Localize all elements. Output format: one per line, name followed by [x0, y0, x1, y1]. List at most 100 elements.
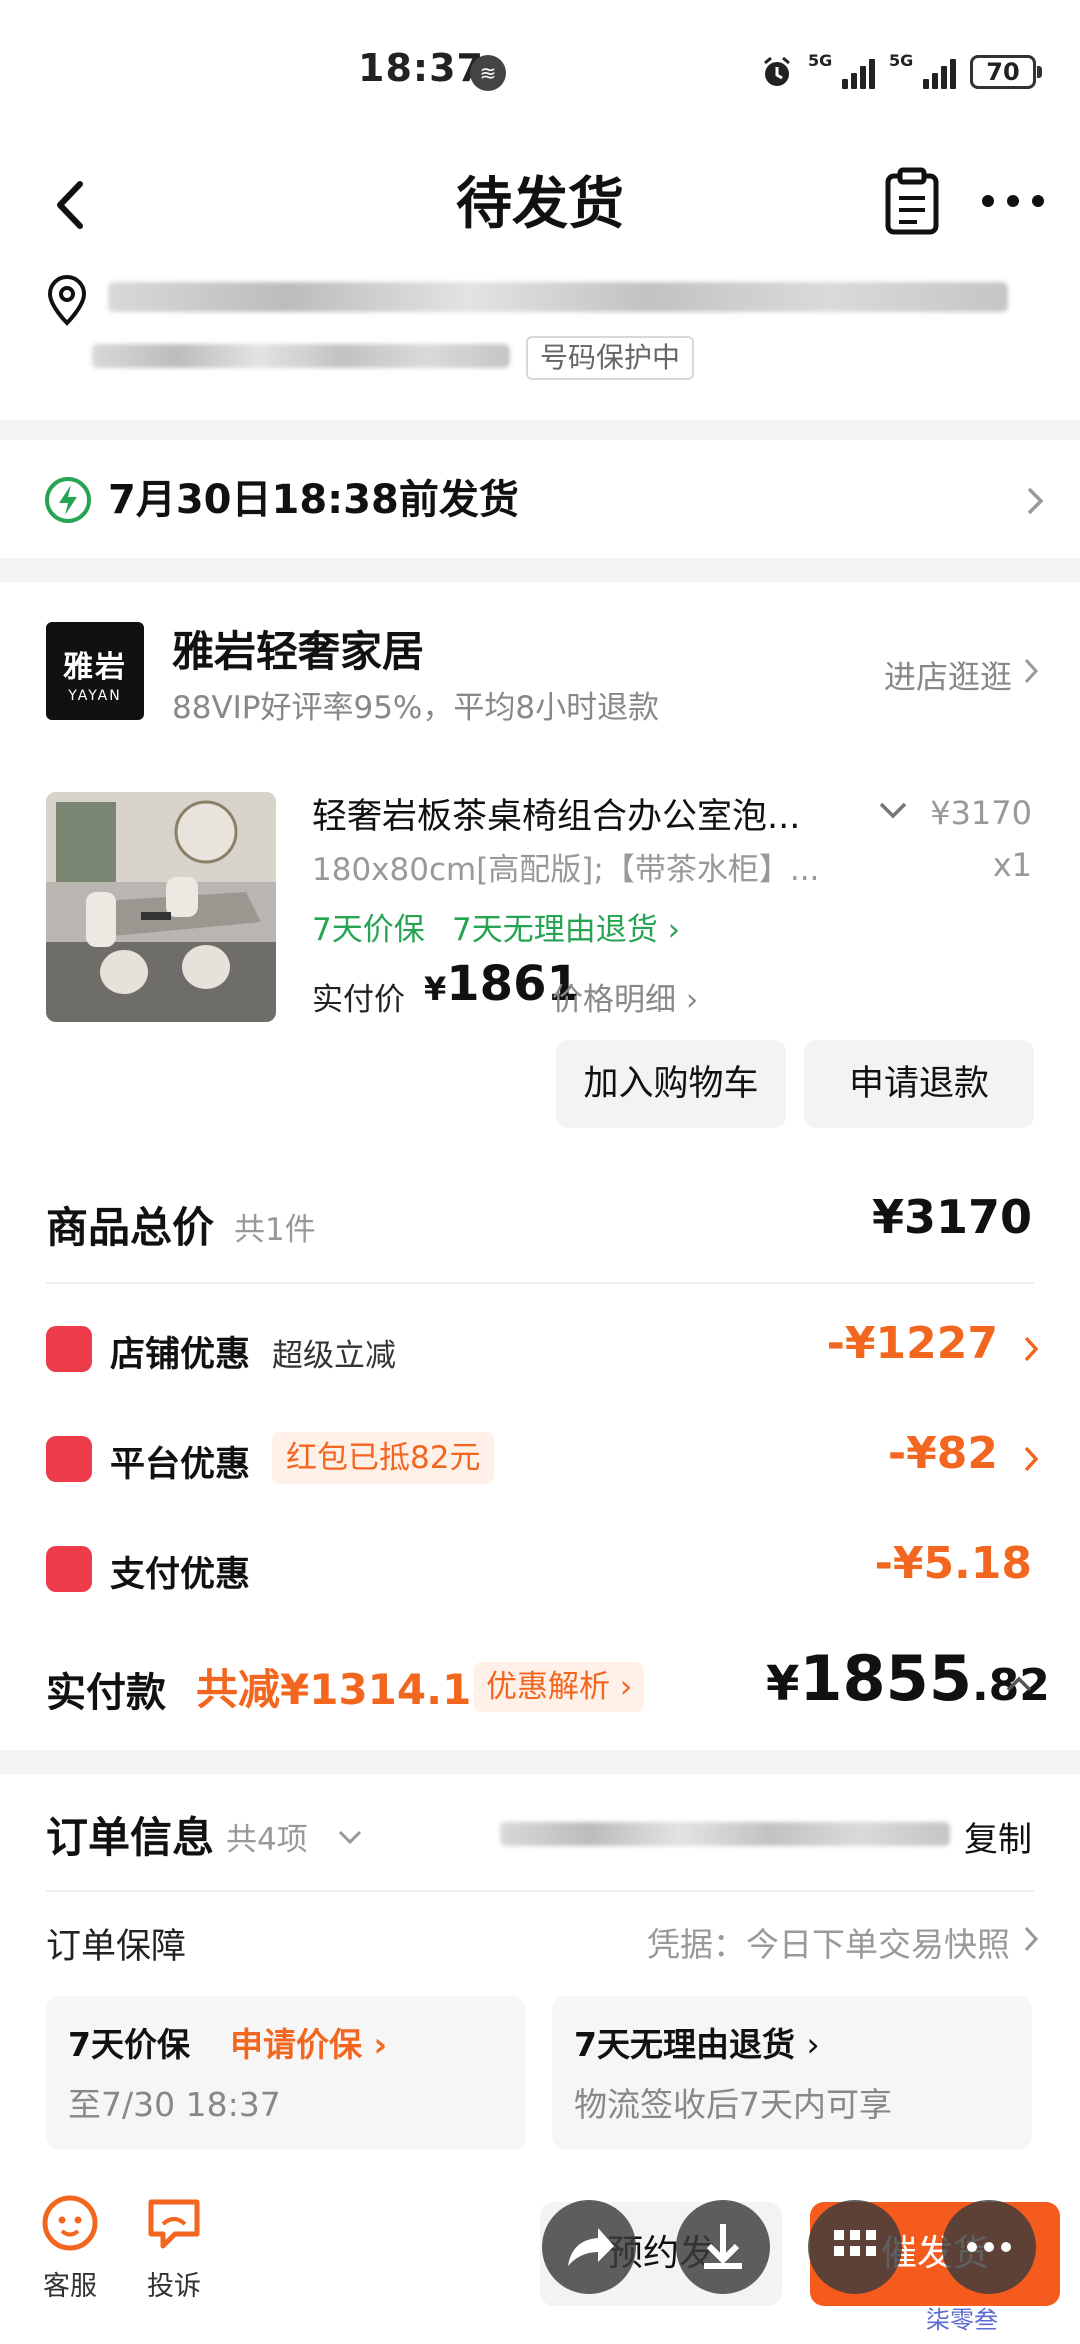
- paid-price-label: 实付价: [312, 982, 405, 1018]
- product-quantity: x1: [992, 846, 1032, 884]
- store-logo[interactable]: 雅岩 YAYAN: [46, 622, 144, 720]
- price-protect-tag: 7天价保: [312, 912, 425, 948]
- more-options-icon[interactable]: [978, 186, 1048, 216]
- discount-analysis-button[interactable]: 优惠解析 ›: [474, 1662, 645, 1712]
- lightning-icon: [45, 477, 91, 523]
- payment-discount-icon: [46, 1546, 92, 1592]
- discount-analysis-label: 优惠解析: [486, 1669, 610, 1705]
- complaint-icon: [148, 2199, 200, 2249]
- chevron-right-icon: [1024, 1446, 1039, 1472]
- store-name[interactable]: 雅岩轻奢家居: [172, 618, 424, 679]
- share-icon: [568, 2228, 614, 2266]
- transaction-snapshot-link[interactable]: 凭据：今日下单交易快照: [647, 1918, 1010, 1966]
- return-policy-title: 7天无理由退货 ›: [574, 2018, 820, 2066]
- download-floating-button[interactable]: [676, 2200, 770, 2294]
- system-icons: 5G 5G 70: [760, 50, 1042, 94]
- shipping-deadline-row[interactable]: 7月30日18:38前发货: [0, 440, 1080, 558]
- return-policy-title-label: 7天无理由退货: [574, 2025, 795, 2064]
- store-logo-cn: 雅岩: [63, 650, 127, 685]
- order-guarantee-label: 订单保障: [46, 1927, 187, 1967]
- more-dots-icon: [967, 2242, 1011, 2252]
- chevron-up-icon[interactable]: [1004, 1674, 1034, 1694]
- total-reduction: 共减¥1314.18: [196, 1665, 501, 1714]
- chevron-down-icon[interactable]: [336, 1828, 364, 1846]
- nav-header: 待发货: [0, 150, 1080, 270]
- shop-discount-icon: [46, 1326, 92, 1372]
- share-floating-button[interactable]: [542, 2200, 636, 2294]
- recording-icon: ≋: [470, 55, 506, 91]
- payment-discount-label: 支付优惠: [110, 1555, 251, 1595]
- customer-service-icon: [42, 2195, 98, 2251]
- address-card[interactable]: 号码保护中: [0, 270, 1080, 420]
- price-protect-expiry: 至7/30 18:37: [68, 2085, 281, 2124]
- chevron-right-icon: ›: [619, 1669, 633, 1705]
- platform-discount-amount[interactable]: -¥82: [888, 1428, 998, 1479]
- battery-indicator: 70: [970, 55, 1042, 89]
- request-refund-button[interactable]: 申请退款: [804, 1040, 1034, 1128]
- bottom-action-bar: 客服 投诉 预约发 催发货: [0, 2174, 1080, 2344]
- status-time: 18:37: [358, 46, 484, 90]
- divider: [46, 1890, 1034, 1892]
- clipboard-icon[interactable]: [882, 166, 942, 236]
- chevron-right-icon: [1027, 487, 1044, 515]
- number-protect-badge: 号码保护中: [526, 336, 695, 380]
- return-policy-tag[interactable]: 7天无理由退货 ›: [452, 904, 680, 949]
- alarm-icon: [764, 56, 790, 86]
- chevron-right-icon: [1024, 1336, 1039, 1362]
- chevron-right-icon: ›: [685, 982, 699, 1018]
- order-info-title: 订单信息: [46, 1813, 215, 1862]
- product-spec: 180x80cm[高配版];【带茶水柜】...: [312, 852, 820, 888]
- chevron-right-icon: [1024, 658, 1039, 684]
- order-info-count[interactable]: 共4项: [226, 1814, 308, 1859]
- watermark: 柒零叁: [926, 2306, 998, 2334]
- order-info-card: 订单信息 共4项 复制 订单保障 凭据：今日下单交易快照 7天价保 申请价保 ›…: [0, 1774, 1080, 2174]
- price-detail-link[interactable]: 价格明细 ›: [552, 974, 698, 1019]
- chevron-right-icon: ›: [373, 2025, 388, 2064]
- chevron-right-icon: ›: [667, 912, 680, 948]
- contact-redacted: [92, 344, 510, 368]
- network-type-1: 5G: [808, 51, 833, 70]
- order-number-redacted: [500, 1822, 950, 1846]
- price-protect-box[interactable]: 7天价保 申请价保 › 至7/30 18:37: [46, 1996, 526, 2150]
- platform-discount-label: 平台优惠: [110, 1445, 251, 1485]
- store-rating: 88VIP好评率95%，平均8小时退款: [172, 690, 660, 726]
- chevron-down-icon[interactable]: [876, 798, 910, 822]
- goods-total-label: 商品总价: [46, 1203, 215, 1252]
- apps-floating-button[interactable]: [808, 2200, 902, 2294]
- customer-service-label: 客服: [43, 2271, 97, 2302]
- return-policy-box[interactable]: 7天无理由退货 › 物流签收后7天内可享: [552, 1996, 1032, 2150]
- price-detail-label: 价格明细: [552, 982, 676, 1018]
- return-policy-desc: 物流签收后7天内可享: [574, 2085, 892, 2124]
- payment-discount-amount: -¥5.18: [874, 1538, 1032, 1589]
- pay-currency: ¥: [766, 1656, 800, 1712]
- customer-service-tab[interactable]: 客服: [22, 2194, 118, 2303]
- complaint-tab[interactable]: 投诉: [126, 2194, 222, 2303]
- shop-discount-label: 店铺优惠: [110, 1335, 251, 1375]
- signal-icon-1: 5G: [808, 51, 875, 89]
- product-price: ¥3170: [930, 794, 1032, 832]
- network-type-2: 5G: [889, 51, 914, 70]
- copy-button[interactable]: 复制: [964, 1812, 1032, 1861]
- chevron-right-icon: [1024, 1926, 1039, 1952]
- visit-store-link[interactable]: 进店逛逛: [884, 652, 1012, 698]
- product-title[interactable]: 轻奢岩板茶桌椅组合办公室泡...: [312, 788, 800, 839]
- grid-icon: [834, 2230, 876, 2256]
- platform-discount-icon: [46, 1436, 92, 1482]
- goods-total-value: ¥3170: [871, 1190, 1032, 1244]
- return-policy-label: 7天无理由退货: [452, 912, 658, 948]
- chevron-right-icon: ›: [806, 2025, 820, 2064]
- add-to-cart-button[interactable]: 加入购物车: [556, 1040, 786, 1128]
- shipping-deadline: 7月30日18:38前发货: [108, 477, 519, 523]
- more-floating-button[interactable]: [942, 2200, 1036, 2294]
- location-pin-icon: [47, 274, 87, 326]
- store-logo-en: YAYAN: [68, 688, 122, 704]
- complaint-label: 投诉: [147, 2271, 201, 2302]
- divider: [46, 1282, 1034, 1284]
- address-redacted: [108, 282, 1008, 312]
- shop-discount-sub: 超级立减: [272, 1338, 396, 1374]
- product-image[interactable]: [46, 792, 276, 1022]
- apply-price-protect-label: 申请价保: [230, 2025, 362, 2064]
- goods-count: 共1件: [234, 1212, 316, 1248]
- shop-discount-amount[interactable]: -¥1227: [827, 1318, 998, 1369]
- apply-price-protect-link[interactable]: 申请价保 ›: [230, 2018, 387, 2066]
